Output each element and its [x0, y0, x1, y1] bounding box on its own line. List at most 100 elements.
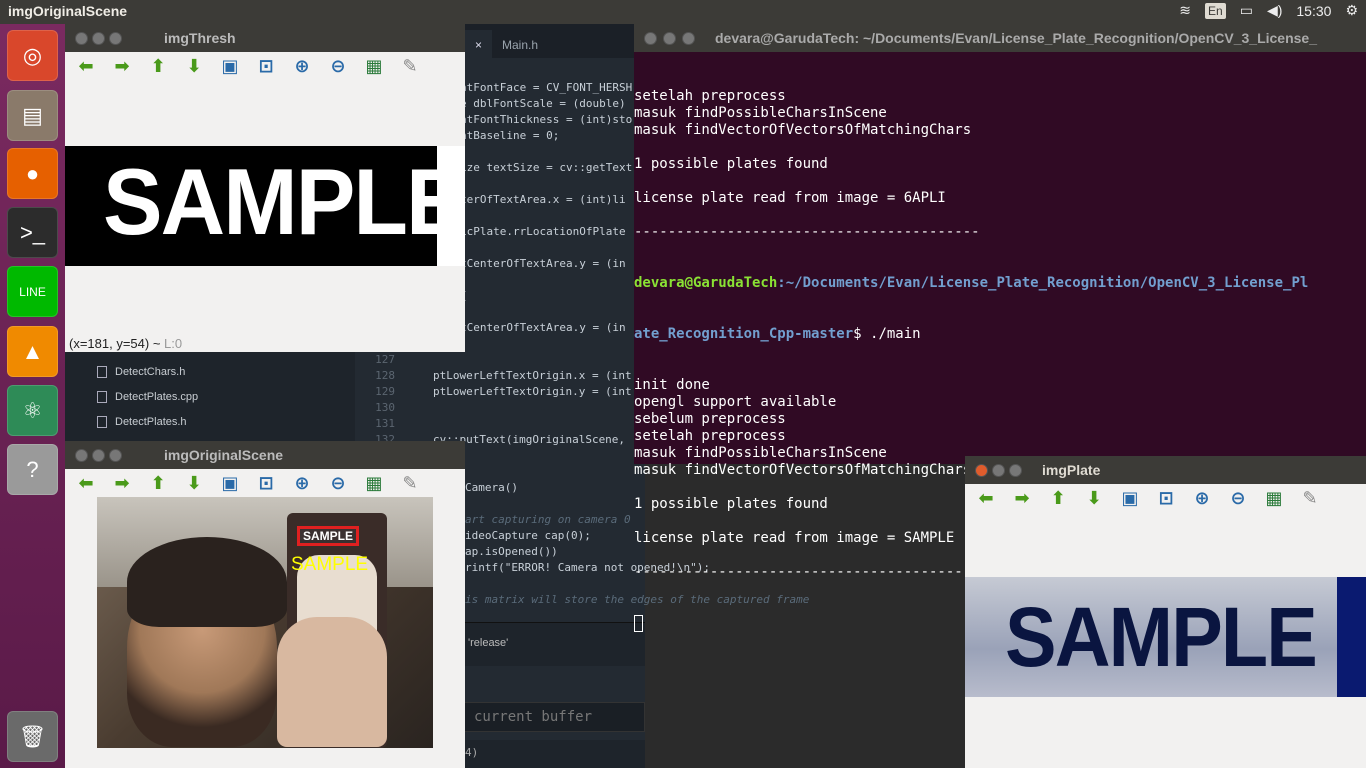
tab-close-button[interactable]: × [465, 30, 493, 58]
atom-icon[interactable]: ⚛ [7, 385, 58, 436]
zoom-out-icon[interactable]: ⊖ [1227, 487, 1249, 509]
hand [277, 617, 387, 747]
minimize-button[interactable] [663, 31, 676, 45]
pan-left-icon[interactable]: ⬅ [75, 472, 97, 494]
zoom-in-icon[interactable]: ⊕ [1191, 487, 1213, 509]
terminal-line: opengl support available [634, 394, 837, 410]
maximize-button[interactable] [682, 31, 695, 45]
code-text: ideoCapture cap(0); [465, 529, 591, 542]
pan-up-icon[interactable]: ⬆ [147, 55, 169, 77]
code-text: icPlate.rrLocationOfPlate [460, 225, 626, 238]
clock[interactable]: 15:30 [1296, 3, 1331, 19]
volume-icon[interactable]: ◀) [1267, 2, 1282, 19]
pan-right-icon[interactable]: ➡ [1011, 487, 1033, 509]
zoom-in-icon[interactable]: ⊕ [291, 472, 313, 494]
detected-plate-box: SAMPLE [297, 526, 359, 546]
zoom-original-icon[interactable]: ▣ [1119, 487, 1141, 509]
pan-down-icon[interactable]: ⬇ [1083, 487, 1105, 509]
editor-status-text: 4) [465, 746, 479, 759]
save-icon[interactable]: ▦ [1263, 487, 1285, 509]
firefox-icon[interactable]: ● [7, 148, 58, 199]
file-item-detectplates-h[interactable]: DetectPlates.h [97, 416, 187, 428]
pan-down-icon[interactable]: ⬇ [183, 472, 205, 494]
close-button[interactable] [975, 463, 988, 477]
window-title: imgThresh [164, 30, 236, 46]
line-number: 128 [375, 369, 395, 382]
ubuntu-icon[interactable]: ◎ [7, 30, 58, 81]
wifi-icon[interactable]: ≋ [1179, 2, 1191, 19]
zoom-out-icon[interactable]: ⊖ [327, 55, 349, 77]
close-button[interactable] [75, 31, 88, 45]
save-icon[interactable]: ▦ [363, 55, 385, 77]
trash-icon[interactable]: 🗑 [7, 711, 58, 762]
terminal-cursor [634, 615, 643, 632]
file-icon [97, 416, 107, 428]
properties-icon[interactable]: ✎ [399, 55, 421, 77]
file-item-detectplates-cpp[interactable]: DetectPlates.cpp [97, 391, 198, 403]
pan-up-icon[interactable]: ⬆ [1047, 487, 1069, 509]
imgthresh-status: (x=181, y=54) ~ L:0 [69, 336, 183, 351]
properties-icon[interactable]: ✎ [399, 472, 421, 494]
recognized-text-overlay: SAMPLE [291, 554, 369, 575]
imgplate-window[interactable]: imgPlate ⬅ ➡ ⬆ ⬇ ▣ ⊡ ⊕ ⊖ ▦ ✎ SAMPLE [965, 456, 1366, 768]
minimize-button[interactable] [92, 448, 105, 462]
line-icon[interactable]: LINE [7, 266, 58, 317]
terminal-line: masuk findVectorOfVectorsOfMatchingChars [634, 122, 972, 138]
file-item-detectchars-h[interactable]: DetectChars.h [97, 366, 185, 378]
properties-icon[interactable]: ✎ [1299, 487, 1321, 509]
zoom-fit-icon[interactable]: ⊡ [1155, 487, 1177, 509]
imgthresh-titlebar: imgThresh [65, 24, 465, 52]
pan-left-icon[interactable]: ⬅ [75, 55, 97, 77]
command-placeholder: current buffer [474, 709, 593, 725]
image-toolbar: ⬅ ➡ ⬆ ⬇ ▣ ⊡ ⊕ ⊖ ▦ ✎ [65, 469, 465, 497]
minimize-button[interactable] [92, 31, 105, 45]
pan-left-icon[interactable]: ⬅ [975, 487, 997, 509]
line-number: 130 [375, 401, 395, 414]
code-text: ntBaseline = 0; [460, 129, 560, 142]
imgoriginalscene-window[interactable]: imgOriginalScene ⬅ ➡ ⬆ ⬇ ▣ ⊡ ⊕ ⊖ ▦ ✎ SAMPLE SAMPL… [65, 441, 465, 768]
line-number: 127 [375, 353, 395, 366]
image-toolbar: ⬅ ➡ ⬆ ⬇ ▣ ⊡ ⊕ ⊖ ▦ ✎ [65, 52, 465, 80]
line-number: 131 [375, 417, 395, 430]
pan-right-icon[interactable]: ➡ [111, 55, 133, 77]
maximize-button[interactable] [109, 448, 122, 462]
battery-icon[interactable]: ▭ [1240, 2, 1253, 19]
pan-right-icon[interactable]: ➡ [111, 472, 133, 494]
terminal-window[interactable]: devara@GarudaTech: ~/Documents/Evan/Lice… [634, 24, 1366, 632]
maximize-button[interactable] [109, 31, 122, 45]
zoom-original-icon[interactable]: ▣ [219, 55, 241, 77]
person-hair [127, 537, 287, 627]
terminal-line: 1 possible plates found [634, 156, 828, 172]
settings-gear-icon[interactable]: ⚙ [1345, 2, 1358, 19]
console-text: 'release' [468, 637, 509, 649]
zoom-fit-icon[interactable]: ⊡ [255, 55, 277, 77]
close-button[interactable] [75, 448, 88, 462]
minimize-button[interactable] [992, 463, 1005, 477]
terminal-icon[interactable]: >_ [7, 207, 58, 258]
pan-up-icon[interactable]: ⬆ [147, 472, 169, 494]
save-icon[interactable]: ▦ [363, 472, 385, 494]
close-button[interactable] [644, 31, 657, 45]
keyboard-layout-indicator[interactable]: En [1205, 2, 1226, 19]
zoom-fit-icon[interactable]: ⊡ [255, 472, 277, 494]
file-icon [97, 366, 107, 378]
imgthresh-window[interactable]: imgThresh ⬅ ➡ ⬆ ⬇ ▣ ⊡ ⊕ ⊖ ▦ ✎ SAMPLE (x=181, y=54… [65, 24, 466, 352]
thresh-image-edge [437, 146, 465, 266]
zoom-out-icon[interactable]: ⊖ [327, 472, 349, 494]
terminal-line: masuk findPossibleCharsInScene [634, 105, 887, 121]
zoom-in-icon[interactable]: ⊕ [291, 55, 313, 77]
maximize-button[interactable] [1009, 463, 1022, 477]
prompt-command: $ ./main [853, 326, 921, 342]
tab-main-h[interactable]: Main.h [492, 30, 548, 58]
files-icon[interactable]: ▤ [7, 90, 58, 141]
code-text: ptLowerLeftTextOrigin.y = (int [433, 385, 632, 398]
help-icon[interactable]: ? [7, 444, 58, 495]
terminal-line: license plate read from image = 6APLI [634, 190, 946, 206]
zoom-original-icon[interactable]: ▣ [219, 472, 241, 494]
pan-down-icon[interactable]: ⬇ [183, 55, 205, 77]
file-icon [97, 391, 107, 403]
prompt-user: devara@GarudaTech [634, 275, 778, 291]
launcher: ◎ ▤ ● >_ LINE ▲ ⚛? 🗑 [0, 24, 65, 768]
vlc-icon[interactable]: ▲ [7, 326, 58, 377]
